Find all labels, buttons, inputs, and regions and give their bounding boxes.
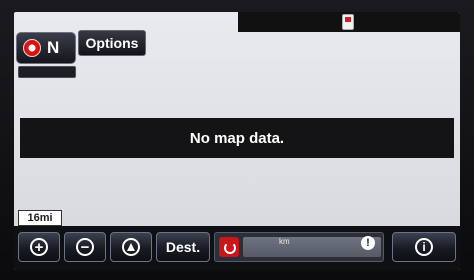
heading-up-button[interactable] (110, 232, 152, 262)
destination-button[interactable]: Dest. (156, 232, 210, 262)
map-scale: 16mi (18, 210, 62, 229)
bottom-toolbar: + − Dest. km ! i (14, 226, 460, 270)
info-icon: i (415, 238, 433, 256)
compass-button[interactable]: N (16, 32, 76, 64)
status-strip (238, 12, 460, 32)
no-map-data-banner: No map data. (20, 118, 454, 158)
traffic-unit-label: km (279, 237, 290, 246)
compass-icon (23, 39, 41, 57)
phone-signal-icon (342, 14, 354, 30)
traffic-refresh-icon[interactable] (219, 237, 239, 257)
plus-icon: + (30, 238, 48, 256)
zoom-out-button[interactable]: − (64, 232, 106, 262)
compass-direction: N (47, 38, 60, 57)
traffic-alert-icon[interactable]: ! (361, 236, 375, 250)
compass-sub-indicator (18, 66, 76, 78)
options-button[interactable]: Options (78, 30, 146, 56)
info-button[interactable]: i (392, 232, 456, 262)
nav-screen: N Options No map data. 16mi + − Dest. km… (14, 12, 460, 270)
zoom-in-button[interactable]: + (18, 232, 60, 262)
traffic-panel[interactable]: km ! (214, 232, 384, 262)
minus-icon: − (76, 238, 94, 256)
heading-arrow-icon (122, 238, 140, 256)
